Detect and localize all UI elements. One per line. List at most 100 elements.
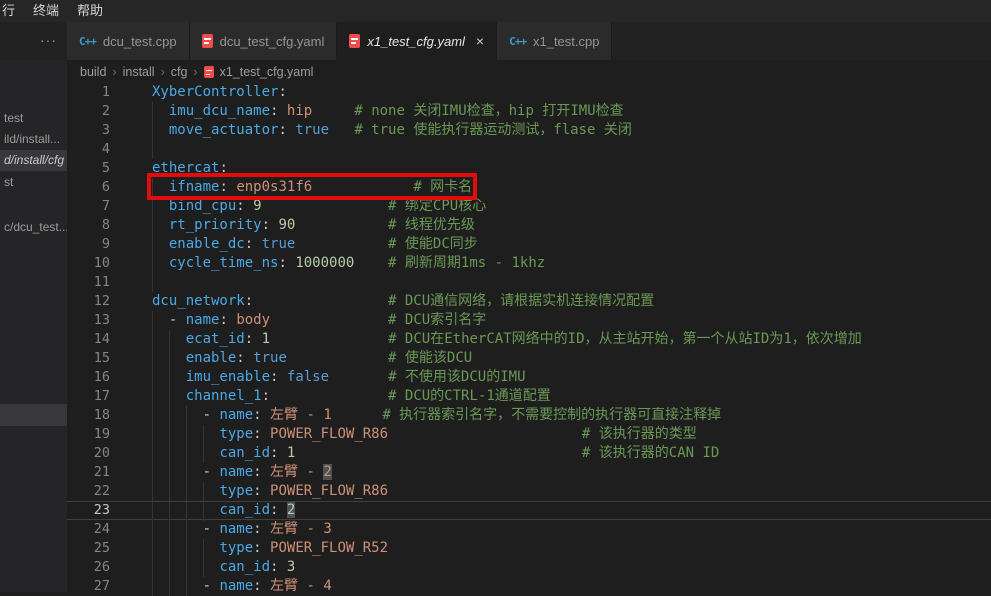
code-line[interactable]: 12dcu_network: # DCU通信网络，请根据实机连接情况配置 [67, 292, 991, 311]
code-line[interactable]: 3 move_actuator: true # true 使能执行器运动测试，f… [67, 121, 991, 140]
code-line[interactable]: 22 type: POWER_FLOW_R86 [67, 482, 991, 501]
line-number[interactable]: 3 [67, 121, 110, 140]
line-number[interactable]: 1 [67, 83, 110, 102]
sidebar-item[interactable]: ild/install... [0, 129, 67, 150]
line-number[interactable]: 9 [67, 235, 110, 254]
line-number[interactable]: 10 [67, 254, 110, 273]
code-line[interactable]: 25 type: POWER_FLOW_R52 [67, 539, 991, 558]
tab-dcu_test.cpp[interactable]: C++dcu_test.cpp [67, 22, 190, 60]
code-line[interactable]: 1XyberController: [67, 83, 991, 102]
line-number[interactable]: 22 [67, 482, 110, 501]
line-number[interactable]: 11 [67, 273, 110, 292]
code-token: 左臂 - 1 [270, 407, 332, 423]
line-number[interactable]: 21 [67, 463, 110, 482]
code-line[interactable]: 24 - name: 左臂 - 3 [67, 520, 991, 539]
code-line[interactable]: 17 channel_1: # DCU的CTRL-1通道配置 [67, 387, 991, 406]
line-number[interactable]: 25 [67, 539, 110, 558]
code-token: name [186, 312, 220, 328]
code-line[interactable]: 20 can_id: 1 # 该执行器的CAN ID [67, 444, 991, 463]
code-token [152, 388, 186, 404]
code-line[interactable]: 11 [67, 273, 991, 292]
code-line-content: enable: true # 使能该DCU [152, 349, 472, 368]
tab-x1_test_cfg.yaml[interactable]: x1_test_cfg.yaml× [337, 22, 497, 60]
vscode-window: 行终端帮助 ··· C++dcu_test.cppdcu_test_cfg.ya… [0, 0, 991, 592]
code-token: - [203, 521, 220, 537]
sidebar-item[interactable] [0, 404, 67, 426]
breadcrumb-item[interactable]: install [123, 65, 155, 79]
sidebar-item[interactable]: c/dcu_test... [0, 217, 67, 238]
code-line-content: - name: 左臂 - 2 [152, 463, 332, 482]
code-line[interactable]: 8 rt_priority: 90 # 线程优先级 [67, 216, 991, 235]
code-line[interactable]: 21 - name: 左臂 - 2 [67, 463, 991, 482]
tab-list: C++dcu_test.cppdcu_test_cfg.yamlx1_test_… [67, 22, 612, 60]
line-number[interactable]: 18 [67, 406, 110, 425]
line-number[interactable]: 27 [67, 577, 110, 596]
code-token [253, 236, 261, 252]
line-number[interactable]: 4 [67, 140, 110, 159]
line-number[interactable]: 24 [67, 520, 110, 539]
code-line[interactable]: 18 - name: 左臂 - 1 # 执行器索引名字，不需要控制的执行器可直接… [67, 406, 991, 425]
code-line-content: imu_enable: false # 不使用该DCU的IMU [152, 368, 526, 387]
code-token: bind_cpu [169, 198, 236, 214]
code-line[interactable]: 14 ecat_id: 1 # DCU在EtherCAT网络中的ID，从主站开始… [67, 330, 991, 349]
tab-x1_test.cpp[interactable]: C++x1_test.cpp [497, 22, 612, 60]
code-token: : [262, 217, 270, 233]
code-token [329, 369, 388, 385]
code-line[interactable]: 15 enable: true # 使能该DCU [67, 349, 991, 368]
line-number[interactable]: 7 [67, 197, 110, 216]
code-line[interactable]: 13 - name: body # DCU索引名字 [67, 311, 991, 330]
close-icon[interactable]: × [476, 34, 484, 48]
line-number[interactable]: 19 [67, 425, 110, 444]
menu-item-行[interactable]: 行 [2, 0, 15, 22]
code-token: name [219, 521, 253, 537]
code-line[interactable]: 19 type: POWER_FLOW_R86 # 该执行器的类型 [67, 425, 991, 444]
code-token: - [203, 464, 220, 480]
breadcrumb-item[interactable]: cfg [171, 65, 188, 79]
line-number[interactable]: 8 [67, 216, 110, 235]
code-token: # true 使能执行器运动测试，flase 关闭 [354, 122, 632, 138]
code-line[interactable]: 23 can_id: 2 [67, 501, 991, 520]
line-number[interactable]: 6 [67, 178, 110, 197]
code-line[interactable]: 2 imu_dcu_name: hip # none 关闭IMU检查，hip 打… [67, 102, 991, 121]
code-token: : [236, 350, 244, 366]
line-number[interactable]: 15 [67, 349, 110, 368]
line-number[interactable]: 17 [67, 387, 110, 406]
code-line[interactable]: 16 imu_enable: false # 不使用该DCU的IMU [67, 368, 991, 387]
line-number[interactable]: 16 [67, 368, 110, 387]
line-number[interactable]: 20 [67, 444, 110, 463]
line-number[interactable]: 2 [67, 102, 110, 121]
code-area[interactable]: 1XyberController:2 imu_dcu_name: hip # n… [67, 83, 991, 592]
sidebar-item[interactable]: d/install/cfg [0, 150, 67, 171]
line-number[interactable]: 5 [67, 159, 110, 178]
menu-item-终端[interactable]: 终端 [33, 0, 59, 22]
code-token [152, 236, 169, 252]
breadcrumb-item[interactable]: x1_test_cfg.yaml [220, 65, 314, 79]
code-token: 2 [323, 464, 331, 480]
sidebar-item[interactable]: test [0, 108, 67, 129]
code-token [262, 540, 270, 556]
tab-overflow-ellipsis[interactable]: ··· [30, 22, 67, 60]
sidebar-item[interactable]: st [0, 172, 67, 193]
line-number[interactable]: 26 [67, 558, 110, 577]
code-token: # DCU在EtherCAT网络中的ID，从主站开始，第一个从站ID为1，依次增… [388, 331, 862, 347]
code-token [152, 122, 169, 138]
code-line[interactable]: 9 enable_dc: true # 使能DC同步 [67, 235, 991, 254]
tab-dcu_test_cfg.yaml[interactable]: dcu_test_cfg.yaml [190, 22, 338, 60]
code-line[interactable]: 10 cycle_time_ns: 1000000 # 刷新周期1ms - 1k… [67, 254, 991, 273]
code-token [332, 407, 383, 423]
menu-item-帮助[interactable]: 帮助 [77, 0, 103, 22]
breadcrumb-item[interactable]: build [80, 65, 106, 79]
line-number[interactable]: 13 [67, 311, 110, 330]
line-number[interactable]: 23 [67, 502, 110, 519]
code-token: # 使能DC同步 [388, 236, 478, 252]
line-number[interactable]: 12 [67, 292, 110, 311]
code-token [278, 559, 286, 575]
code-line-content: rt_priority: 90 # 线程优先级 [152, 216, 475, 235]
code-token: : [278, 255, 286, 271]
code-line[interactable]: 27 - name: 左臂 - 4 [67, 577, 991, 596]
line-number[interactable]: 14 [67, 330, 110, 349]
code-token: true [253, 350, 287, 366]
code-line[interactable]: 26 can_id: 3 [67, 558, 991, 577]
code-token: 1 [262, 331, 270, 347]
code-line[interactable]: 4 [67, 140, 991, 159]
